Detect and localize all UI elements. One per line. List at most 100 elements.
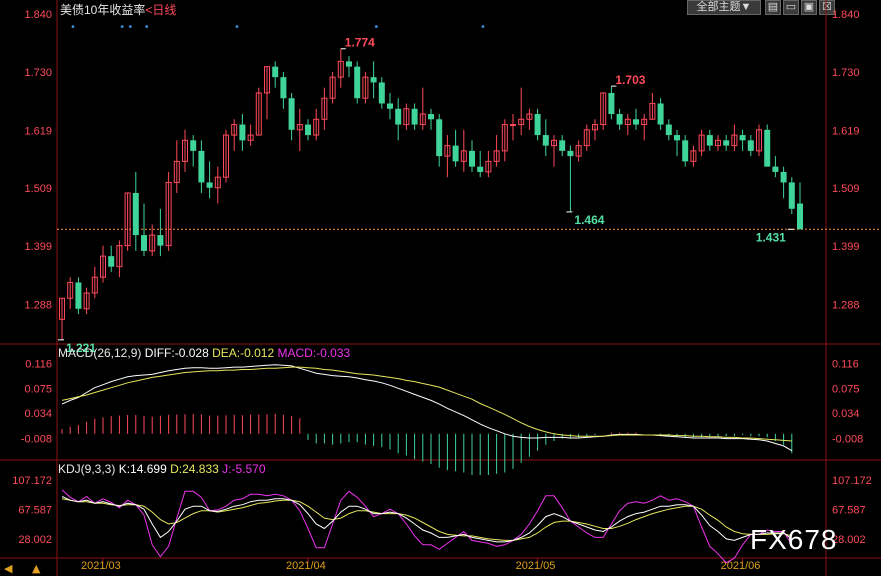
- y-tick-label-right: 1.288: [832, 300, 860, 312]
- candle-body: [280, 77, 287, 99]
- macd-y-tick-right: 0.075: [832, 383, 860, 395]
- y-tick-label-right: 1.399: [832, 241, 860, 253]
- x-tick-label: 2021/06: [721, 560, 761, 572]
- high-annotation: 1.774: [345, 36, 375, 50]
- candle-body: [739, 135, 746, 141]
- macd-y-tick-left: 0.116: [25, 358, 52, 370]
- macd-dea-line: [61, 366, 792, 442]
- candle-body: [797, 203, 803, 230]
- macd-y-tick-right: 0.116: [832, 358, 859, 370]
- candle-body: [141, 235, 147, 251]
- kdj-y-tick-left: 28.002: [18, 534, 52, 546]
- y-tick-label-left: 1.619: [24, 125, 52, 137]
- macd-y-tick-left: -0.008: [21, 434, 52, 446]
- event-marker-icon: •: [70, 22, 76, 33]
- event-marker-icon: •: [234, 22, 240, 33]
- candle-body: [469, 150, 475, 167]
- macd-y-tick-right: -0.008: [832, 434, 863, 446]
- candle-body: [772, 166, 779, 172]
- candle-body: [682, 140, 689, 162]
- candle-body: [633, 119, 639, 125]
- macd-diff-line: [61, 364, 793, 452]
- candle-body: [510, 124, 516, 127]
- event-marker-icon: •: [373, 22, 379, 33]
- event-marker-icon: •: [144, 22, 150, 33]
- y-tick-label-right: 1.509: [832, 183, 860, 195]
- x-tick-label: 2021/03: [81, 560, 121, 572]
- candle-body: [706, 135, 713, 146]
- candle-body: [764, 129, 771, 167]
- kdj-d-legend: D:24.833: [170, 462, 219, 476]
- candle-body: [542, 135, 549, 146]
- scroll-up-icon: ▲: [32, 562, 41, 575]
- scroll-left-icon: ◀: [4, 562, 13, 575]
- candle-body: [157, 235, 164, 246]
- candle-body: [534, 114, 541, 136]
- candle-body: [378, 82, 385, 104]
- candle-body: [190, 140, 197, 151]
- candle-body: [354, 66, 361, 99]
- y-tick-label-left: 1.509: [24, 183, 52, 195]
- candle-body: [206, 182, 213, 188]
- candle-body: [132, 192, 139, 236]
- y-tick-label-left: 1.840: [24, 9, 52, 21]
- candle-body: [395, 108, 402, 125]
- candle-body: [305, 124, 311, 136]
- y-tick-label-right: 1.619: [832, 125, 860, 137]
- macd-title: MACD(26,12,9): [58, 346, 142, 360]
- candle-body: [477, 166, 484, 172]
- low-annotation: 1.464: [574, 213, 604, 227]
- event-marker-icon: •: [119, 22, 125, 33]
- candle-body: [788, 182, 795, 209]
- x-tick-label: 2021/05: [516, 560, 556, 572]
- candle-body: [428, 114, 434, 120]
- kdj-y-tick-right: 67.587: [832, 504, 866, 516]
- y-tick-label-left: 1.399: [24, 241, 52, 253]
- kdj-y-tick-left: 67.587: [18, 504, 52, 516]
- kdj-j-legend: J:-5.570: [222, 462, 266, 476]
- watermark-logo: FX678: [750, 524, 838, 555]
- candle-body: [657, 103, 664, 125]
- candle-body: [108, 256, 115, 267]
- candle-body: [239, 124, 246, 141]
- candle-body: [452, 145, 459, 162]
- kdj-j-line: [61, 489, 793, 564]
- candle-body: [272, 66, 279, 78]
- kdj-k-legend: K:14.699: [118, 462, 167, 476]
- candle-body: [411, 108, 418, 125]
- macd-y-tick-left: 0.075: [24, 383, 52, 395]
- macd-y-tick-left: 0.034: [24, 408, 52, 420]
- candle-body: [198, 150, 205, 183]
- candle-body: [567, 150, 574, 157]
- candle-body: [387, 103, 393, 109]
- kdj-y-tick-left: 107.172: [12, 475, 52, 487]
- y-tick-label-right: 1.730: [832, 67, 860, 79]
- event-marker-icon: •: [127, 22, 133, 33]
- candle-body: [616, 114, 623, 125]
- candle-body: [75, 282, 82, 309]
- candle-body: [346, 61, 352, 67]
- candle-body: [674, 135, 680, 141]
- y-tick-label-left: 1.288: [24, 300, 52, 312]
- low-annotation: 1.431: [756, 230, 786, 244]
- y-tick-label-right: 1.840: [832, 9, 860, 21]
- candle-body: [723, 140, 730, 146]
- macd-diff-legend: DIFF:-0.028: [144, 346, 209, 360]
- candle-body: [665, 124, 672, 136]
- macd-dea-legend: DEA:-0.012: [212, 346, 275, 360]
- candle-body: [436, 119, 443, 157]
- high-annotation: 1.703: [615, 73, 645, 87]
- kdj-y-tick-right: 107.172: [832, 475, 872, 487]
- candle-body: [747, 140, 754, 151]
- chart-canvas: 1.840 1.840 1.730 1.730 1.619 1.619 1.509 1.509…: [0, 0, 881, 576]
- candle-body: [780, 171, 787, 183]
- candle-body: [608, 92, 615, 115]
- candle-body: [559, 140, 566, 151]
- macd-macd-legend: MACD:-0.033: [277, 346, 351, 360]
- candle-body: [288, 98, 295, 130]
- macd-y-tick-right: 0.034: [832, 408, 860, 420]
- y-tick-label-left: 1.730: [24, 67, 52, 79]
- event-marker-icon: •: [480, 22, 486, 33]
- kdj-title: KDJ(9,3,3): [58, 462, 116, 476]
- x-tick-label: 2021/04: [286, 560, 326, 572]
